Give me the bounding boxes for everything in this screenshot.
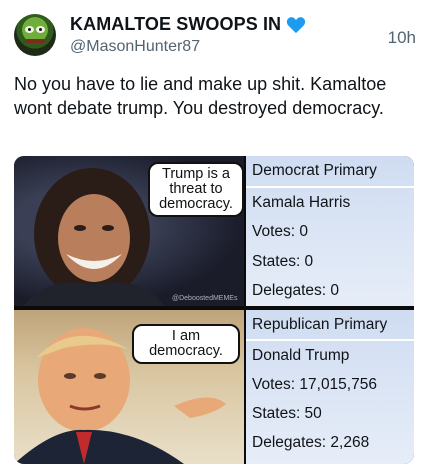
bubble-line: democracy. <box>149 343 223 359</box>
bubble-line: threat to <box>169 181 223 197</box>
panel-divider <box>14 306 414 310</box>
stat-line: Votes: 17,015,756 <box>252 376 377 393</box>
stat-line: Votes: 0 <box>252 223 309 241</box>
bubble-line: democracy. <box>159 196 233 212</box>
post-header: KAMALTOE SWOOPS IN @MasonHunter87 10h <box>14 10 416 58</box>
stat-line: Republican Primary <box>252 316 388 333</box>
stat-line: Donald Trump <box>252 347 350 364</box>
post-timestamp[interactable]: 10h <box>388 28 416 48</box>
display-name[interactable]: KAMALTOE SWOOPS IN <box>70 14 281 35</box>
stat-line: States: 0 <box>252 252 314 270</box>
panel-divider-vertical <box>244 156 246 464</box>
stat-line: Delegates: 0 <box>252 282 340 300</box>
stat-line: Kamala Harris <box>252 193 351 211</box>
blue-heart-icon <box>287 16 306 33</box>
frog-eye-left <box>25 26 34 33</box>
name-row: KAMALTOE SWOOPS IN <box>70 14 306 35</box>
democrat-stats: Democrat Primary Kamala Harris Votes: 0 … <box>246 156 414 306</box>
watermark: @DeboostedMEMEs <box>172 295 238 302</box>
republican-stats: Republican Primary Donald Trump Votes: 1… <box>246 310 414 464</box>
stat-line: Democrat Primary <box>252 162 377 179</box>
speech-bubble-harris: Trump is a threat to democracy. <box>148 162 244 217</box>
post-text: No you have to lie and make up shit. Kam… <box>14 74 387 118</box>
frog-eye-right <box>36 26 45 33</box>
speech-bubble-trump: I am democracy. <box>132 324 240 364</box>
avatar[interactable] <box>14 14 56 56</box>
bubble-line: Trump is a <box>162 166 230 182</box>
frog-mouth <box>25 39 45 43</box>
stat-line: Delegates: 2,268 <box>252 434 370 451</box>
user-handle[interactable]: @MasonHunter87 <box>70 38 200 56</box>
meme-image[interactable]: Democrat Primary Kamala Harris Votes: 0 … <box>14 156 414 464</box>
stat-line: States: 50 <box>252 405 322 422</box>
bubble-line: I am <box>171 328 201 344</box>
